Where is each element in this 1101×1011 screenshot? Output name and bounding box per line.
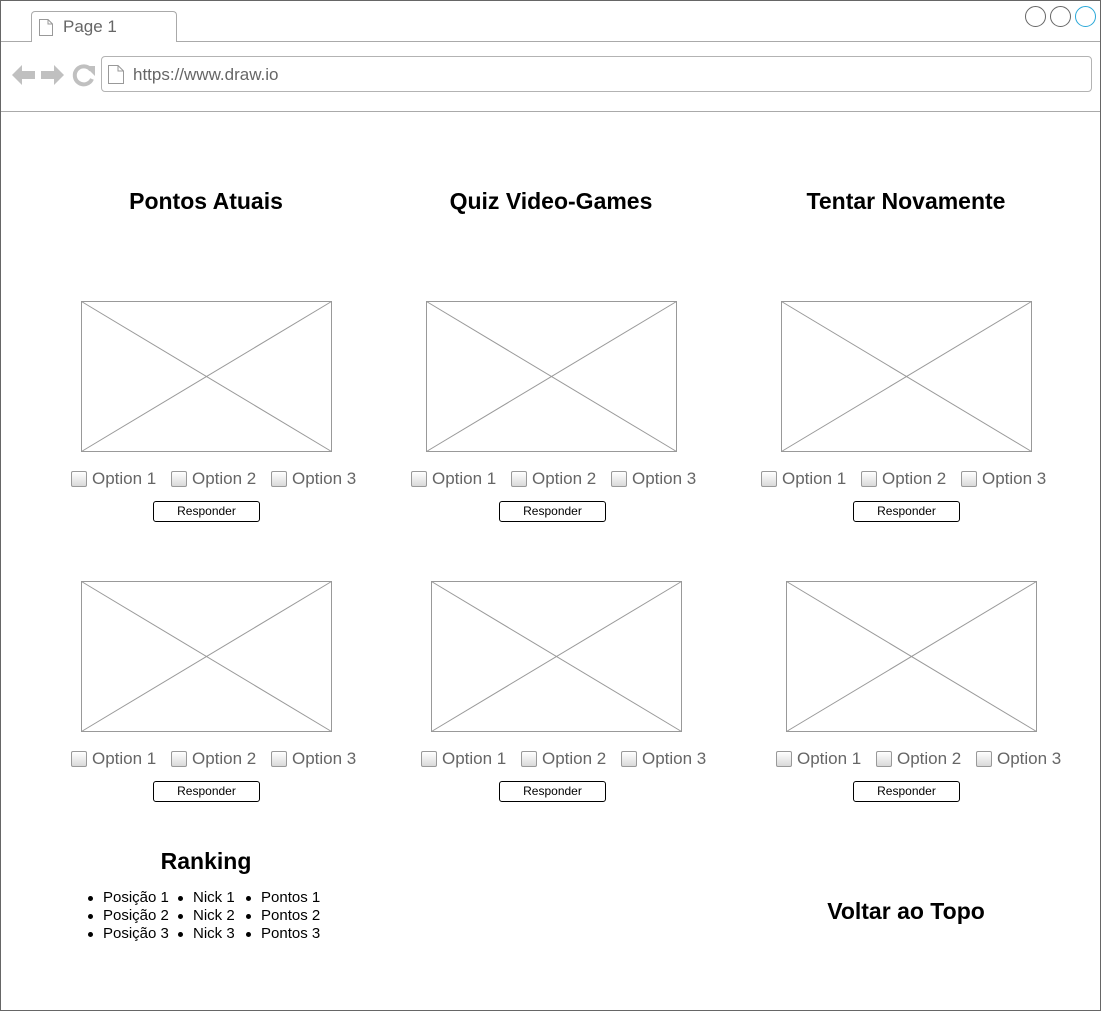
document-icon bbox=[39, 19, 53, 36]
checkbox[interactable] bbox=[611, 471, 627, 487]
ranking-nick: Nick 3 bbox=[175, 925, 235, 943]
ranking-points: Pontos 1 Pontos 2 Pontos 3 bbox=[243, 889, 320, 943]
ranking-point: Pontos 3 bbox=[243, 925, 320, 943]
ranking-position: Posição 1 bbox=[85, 889, 169, 907]
checkbox[interactable] bbox=[411, 471, 427, 487]
chrome-divider bbox=[1, 111, 1100, 112]
back-to-top-link[interactable]: Voltar ao Topo bbox=[827, 898, 985, 925]
checkbox[interactable] bbox=[621, 751, 637, 767]
reload-icon[interactable] bbox=[71, 61, 96, 89]
checkbox[interactable] bbox=[976, 751, 992, 767]
address-bar[interactable]: https://www.draw.io bbox=[101, 56, 1092, 92]
question-image-placeholder bbox=[781, 301, 1032, 452]
checkbox[interactable] bbox=[511, 471, 527, 487]
ranking-position: Posição 3 bbox=[85, 925, 169, 943]
respond-button[interactable]: Responder bbox=[153, 501, 260, 522]
window-controls bbox=[1025, 6, 1099, 28]
checkbox[interactable] bbox=[876, 751, 892, 767]
ranking-nicks: Nick 1 Nick 2 Nick 3 bbox=[175, 889, 235, 943]
checkbox[interactable] bbox=[521, 751, 537, 767]
question-image-placeholder bbox=[426, 301, 677, 452]
restore-icon[interactable] bbox=[1050, 6, 1071, 27]
respond-button[interactable]: Responder bbox=[499, 501, 606, 522]
respond-button[interactable]: Responder bbox=[853, 781, 960, 802]
checkbox[interactable] bbox=[961, 471, 977, 487]
ranking-nick: Nick 2 bbox=[175, 907, 235, 925]
minimize-icon[interactable] bbox=[1025, 6, 1046, 27]
ranking-positions: Posição 1 Posição 2 Posição 3 bbox=[85, 889, 169, 943]
current-points-heading: Pontos Atuais bbox=[129, 188, 283, 214]
close-icon[interactable] bbox=[1075, 6, 1096, 27]
ranking-nick: Nick 1 bbox=[175, 889, 235, 907]
ranking-point: Pontos 1 bbox=[243, 889, 320, 907]
question-image-placeholder bbox=[81, 301, 332, 452]
checkbox[interactable] bbox=[71, 471, 87, 487]
checkbox[interactable] bbox=[421, 751, 437, 767]
question-image-placeholder bbox=[431, 581, 682, 732]
checkbox[interactable] bbox=[861, 471, 877, 487]
ranking-position: Posição 2 bbox=[85, 907, 169, 925]
forward-arrow-icon[interactable] bbox=[40, 61, 65, 89]
tab-label: Page 1 bbox=[63, 17, 117, 36]
try-again-heading[interactable]: Tentar Novamente bbox=[807, 188, 1006, 215]
url-text: https://www.draw.io bbox=[133, 65, 279, 84]
page-icon bbox=[108, 65, 124, 84]
checkbox[interactable] bbox=[761, 471, 777, 487]
back-arrow-icon[interactable] bbox=[11, 61, 36, 89]
checkbox[interactable] bbox=[71, 751, 87, 767]
checkbox[interactable] bbox=[271, 471, 287, 487]
respond-button[interactable]: Responder bbox=[853, 501, 960, 522]
tab-page-1[interactable]: Page 1 bbox=[31, 11, 177, 42]
respond-button[interactable]: Responder bbox=[153, 781, 260, 802]
checkbox[interactable] bbox=[271, 751, 287, 767]
ranking-heading: Ranking bbox=[160, 848, 252, 874]
checkbox[interactable] bbox=[776, 751, 792, 767]
ranking-point: Pontos 2 bbox=[243, 907, 320, 925]
checkbox[interactable] bbox=[171, 471, 187, 487]
question-image-placeholder bbox=[786, 581, 1037, 732]
question-image-placeholder bbox=[81, 581, 332, 732]
respond-button[interactable]: Responder bbox=[499, 781, 606, 802]
checkbox[interactable] bbox=[171, 751, 187, 767]
browser-window: Page 1 https://www.draw.io Pontos Atuais… bbox=[0, 0, 1101, 1011]
quiz-title: Quiz Video-Games bbox=[449, 188, 653, 214]
